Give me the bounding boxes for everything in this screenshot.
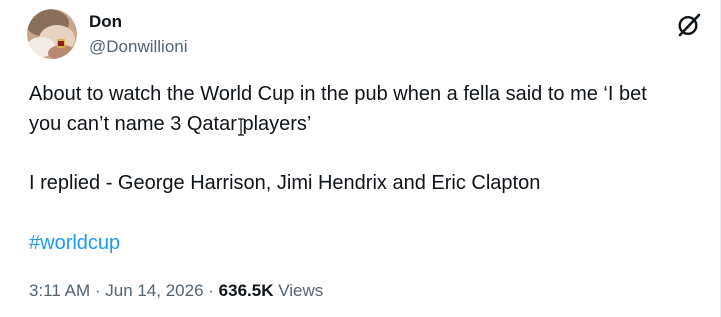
tweet-text-line-3: I replied - George Harrison, Jimi Hendri… [29, 172, 541, 194]
hashtag-link[interactable]: #worldcup [29, 228, 120, 258]
avatar[interactable] [27, 9, 77, 59]
x-logo-icon[interactable] [676, 12, 702, 38]
author-name[interactable]: Don [89, 11, 122, 33]
views-label: Views [273, 281, 324, 300]
tweet-card: Don @Donwillioni About to watch the Worl… [0, 0, 721, 317]
tweet-text-line-1: About to watch the World Cup in the pub … [29, 83, 647, 105]
views-count: 636.5K [218, 281, 274, 300]
tweet-meta: 3:11 AM · Jun 14, 2026 · 636.5K Views [29, 280, 323, 302]
meta-separator: · [203, 281, 219, 300]
tweet-text-line-2: you can’t name 3 Qatar players’ [29, 113, 312, 135]
text-cursor-icon [236, 117, 246, 137]
author-handle[interactable]: @Donwillioni [89, 36, 188, 58]
avatar-photo [27, 9, 77, 59]
timestamp-date[interactable]: Jun 14, 2026 [105, 281, 203, 300]
meta-separator: · [90, 281, 106, 300]
timestamp-time[interactable]: 3:11 AM [29, 281, 90, 300]
